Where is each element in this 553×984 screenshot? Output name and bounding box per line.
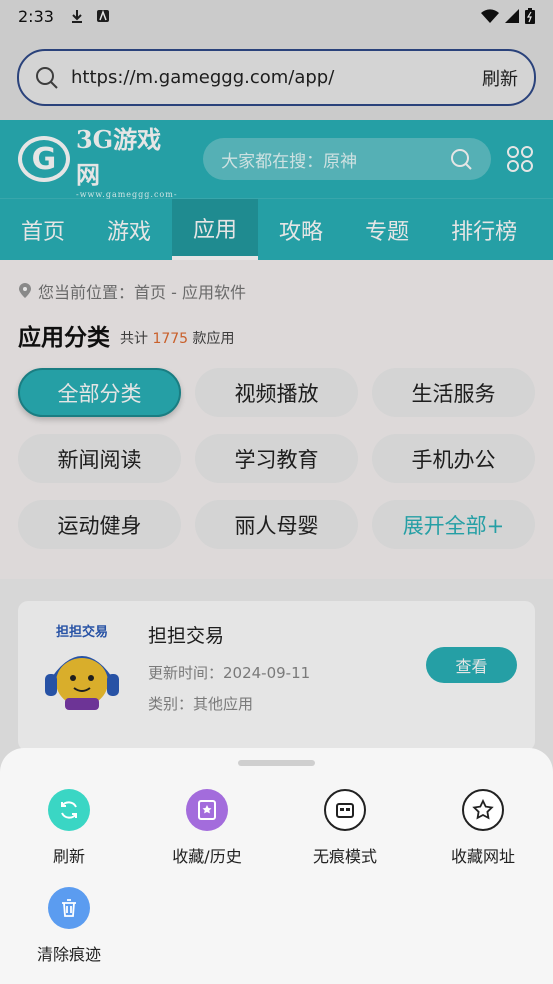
battery-icon — [525, 8, 535, 24]
refresh-icon — [48, 789, 90, 831]
category-count: 共计 1775 款应用 — [120, 328, 235, 348]
sheet-bookmarks-history-button[interactable]: 收藏/历史 — [138, 789, 276, 867]
status-time: 2:33 — [18, 6, 54, 26]
category-title: 应用分类 — [18, 318, 128, 352]
app-category: 类别：其他应用 — [148, 695, 254, 713]
sheet-incognito-label: 无痕模式 — [312, 847, 377, 866]
menu-grid-icon[interactable] — [505, 144, 535, 174]
app-icon-label: 担担交易 — [55, 625, 108, 640]
star-outline-icon — [462, 789, 504, 831]
site-nav: 首页 游戏 应用 攻略 专题 排行榜 — [0, 198, 553, 260]
category-header: 应用分类 共计 1775 款应用 — [18, 306, 535, 352]
tab-apps[interactable]: 应用 — [172, 199, 259, 260]
location-pin-icon — [19, 283, 31, 298]
app-list: 担担交易 担担交易 更新时间：2024-09-11 类别：其他应用 查看 — [0, 579, 553, 773]
chip-expand-all[interactable]: 展开全部+ — [372, 500, 535, 549]
app-notification-icon — [96, 9, 109, 22]
chip-life[interactable]: 生活服务 — [372, 368, 535, 417]
breadcrumb-text: 您当前位置：首页 - 应用软件 — [38, 283, 246, 302]
chip-office[interactable]: 手机办公 — [372, 434, 535, 483]
site-header: G 3G游戏网 -www.gameggg.com- 大家都在搜：原神 — [0, 120, 553, 199]
sheet-bookmark-url-button[interactable]: 收藏网址 — [414, 789, 552, 867]
url-bar[interactable]: https://m.gameggg.com/app/ 刷新 — [17, 49, 536, 106]
logo-title: 3G游戏网 — [75, 124, 162, 189]
status-right — [481, 8, 535, 24]
sheet-incognito-button[interactable]: 无痕模式 — [276, 789, 414, 867]
tab-home[interactable]: 首页 — [0, 199, 86, 260]
tab-games[interactable]: 游戏 — [86, 199, 172, 260]
app-info: 担担交易 更新时间：2024-09-11 类别：其他应用 — [148, 617, 310, 735]
search-icon[interactable] — [449, 147, 473, 171]
trash-icon — [48, 887, 90, 929]
chip-education[interactable]: 学习教育 — [195, 434, 358, 483]
chip-all[interactable]: 全部分类 — [18, 368, 181, 417]
sheet-drag-handle[interactable] — [238, 760, 315, 766]
logo-text: 3G游戏网 -www.gameggg.com- — [76, 120, 185, 199]
count-prefix: 共计 — [120, 331, 148, 347]
list-item[interactable]: 担担交易 担担交易 更新时间：2024-09-11 类别：其他应用 查看 — [18, 601, 535, 751]
search-icon — [36, 66, 58, 89]
logo-mark: G — [18, 136, 70, 182]
tab-rankings[interactable]: 排行榜 — [430, 199, 538, 260]
browser-toolbar: https://m.gameggg.com/app/ 刷新 — [0, 32, 553, 120]
app-name[interactable]: 担担交易 — [148, 621, 310, 648]
category-section: 您当前位置：首页 - 应用软件 应用分类 共计 1775 款应用 全部分类 视频… — [0, 260, 553, 579]
download-icon — [71, 10, 82, 23]
site-search-placeholder: 大家都在搜：原神 — [221, 151, 358, 172]
tab-guides[interactable]: 攻略 — [258, 199, 344, 260]
refresh-button[interactable]: 刷新 — [482, 65, 518, 91]
app-icon: 担担交易 — [36, 621, 128, 713]
view-button[interactable]: 查看 — [426, 647, 517, 683]
status-bar: 2:33 — [0, 0, 553, 32]
logo-subtitle: -www.gameggg.com- — [75, 189, 178, 199]
count-suffix: 款应用 — [192, 331, 235, 347]
category-chips: 全部分类 视频播放 生活服务 新闻阅读 学习教育 手机办公 运动健身 丽人母婴 … — [18, 352, 535, 579]
mascot-headphones-icon — [45, 656, 119, 710]
sheet-clear-traces-label: 清除痕迹 — [36, 945, 101, 964]
site-search-box[interactable]: 大家都在搜：原神 — [203, 138, 492, 180]
count-value: 1775 — [152, 331, 189, 347]
bottom-sheet: 刷新 收藏/历史 无痕模式 收藏网址 清除痕迹 — [0, 748, 553, 984]
site-logo[interactable]: G 3G游戏网 -www.gameggg.com- — [18, 120, 185, 199]
signal-icon — [505, 9, 519, 23]
tab-topics[interactable]: 专题 — [344, 199, 430, 260]
app-updated: 更新时间：2024-09-11 — [148, 664, 311, 682]
bookmark-star-icon — [186, 789, 228, 831]
sheet-clear-traces-button[interactable]: 清除痕迹 — [0, 887, 138, 965]
incognito-mask-icon — [324, 789, 366, 831]
url-text[interactable]: https://m.gameggg.com/app/ — [71, 67, 482, 88]
sheet-refresh-button[interactable]: 刷新 — [0, 789, 138, 867]
chip-fitness[interactable]: 运动健身 — [18, 500, 181, 549]
sheet-bookmark-url-label: 收藏网址 — [450, 847, 515, 866]
breadcrumb: 您当前位置：首页 - 应用软件 — [18, 260, 535, 306]
chip-beauty-baby[interactable]: 丽人母婴 — [195, 500, 358, 549]
sheet-bookmarks-history-label: 收藏/历史 — [172, 847, 242, 866]
sheet-refresh-label: 刷新 — [52, 847, 85, 866]
wifi-icon — [481, 9, 499, 23]
chip-video[interactable]: 视频播放 — [195, 368, 358, 417]
chip-news[interactable]: 新闻阅读 — [18, 434, 181, 483]
